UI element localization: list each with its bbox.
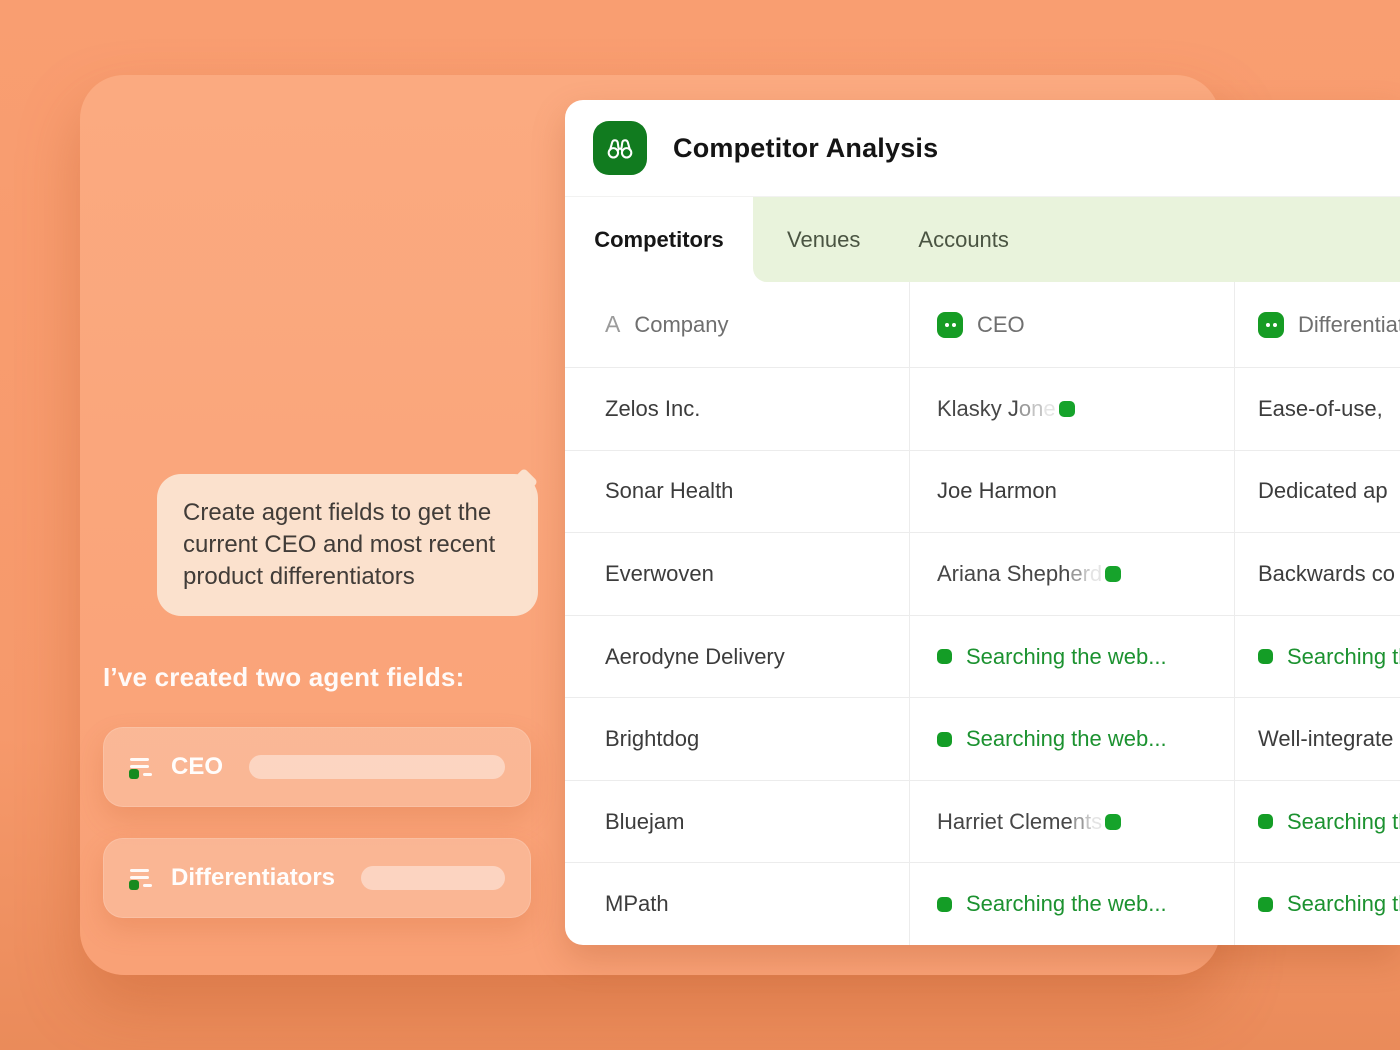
agent-field-icon — [129, 754, 155, 780]
typing-cursor-icon — [1105, 814, 1121, 830]
searching-status: Searching the web... — [1258, 644, 1400, 670]
column-header-label: CEO — [977, 312, 1025, 338]
searching-dot-icon — [937, 732, 952, 747]
tab-venues[interactable]: Venues — [787, 227, 860, 253]
searching-status: Searching the web... — [1258, 891, 1400, 917]
differentiators-cell[interactable]: Backwards co — [1235, 533, 1400, 615]
column-header-company[interactable]: A Company — [565, 282, 910, 367]
table-row: Aerodyne Delivery Searching the web... Sea… — [565, 616, 1400, 699]
searching-dot-icon — [1258, 814, 1273, 829]
searching-status: Searching the web... — [1258, 809, 1400, 835]
company-cell[interactable]: Aerodyne Delivery — [565, 616, 910, 698]
agent-field-icon — [1258, 312, 1284, 338]
differentiators-cell[interactable]: Searching the web... — [1235, 616, 1400, 698]
typing-cursor-icon — [1059, 401, 1075, 417]
card-header: Competitor Analysis — [565, 100, 1400, 197]
binoculars-icon — [593, 121, 647, 175]
agent-field-label: CEO — [171, 753, 223, 781]
differentiators-cell[interactable]: Searching the web... — [1235, 863, 1400, 945]
differentiators-cell[interactable]: Well-integrate — [1235, 698, 1400, 780]
company-cell[interactable]: Zelos Inc. — [565, 368, 910, 450]
agent-field-label: Differentiators — [171, 864, 335, 892]
column-header-label: Differentiators — [1298, 312, 1400, 338]
table-row: Sonar Health Joe Harmon Dedicated ap — [565, 451, 1400, 534]
user-chat-message: Create agent fields to get the current C… — [183, 497, 512, 593]
searching-status: Searching the web... — [937, 726, 1167, 752]
company-name: MPath — [605, 891, 669, 917]
cell-value: Ease-of-use, — [1258, 396, 1383, 422]
table-header-row: A Company CEO Differentiators — [565, 282, 1400, 368]
company-name: Bluejam — [605, 809, 684, 835]
page-title: Competitor Analysis — [673, 133, 938, 164]
agent-field-placeholder-bar — [361, 866, 505, 890]
table-row: Zelos Inc. Klasky Jone Ease-of-use, — [565, 368, 1400, 451]
company-cell[interactable]: Brightdog — [565, 698, 910, 780]
typing-cursor-icon — [1105, 566, 1121, 582]
typing-value: Klasky Jone — [937, 396, 1075, 422]
searching-status: Searching the web... — [937, 644, 1167, 670]
company-name: Everwoven — [605, 561, 714, 587]
company-cell[interactable]: Bluejam — [565, 781, 910, 863]
searching-status: Searching the web... — [937, 891, 1167, 917]
agent-field-chips: CEO Differentiators — [103, 727, 531, 949]
differentiators-cell[interactable]: Ease-of-use, — [1235, 368, 1400, 450]
searching-dot-icon — [1258, 649, 1273, 664]
user-chat-bubble: Create agent fields to get the current C… — [157, 474, 538, 616]
ceo-cell[interactable]: Searching the web... — [910, 698, 1235, 780]
agent-field-placeholder-bar — [249, 755, 505, 779]
ceo-cell[interactable]: Searching the web... — [910, 863, 1235, 945]
company-name: Aerodyne Delivery — [605, 644, 785, 670]
tab-competitors[interactable]: Competitors — [565, 197, 753, 282]
ceo-cell[interactable]: Joe Harmon — [910, 451, 1235, 533]
agent-field-icon — [129, 865, 155, 891]
differentiators-cell[interactable]: Searching the web... — [1235, 781, 1400, 863]
company-cell[interactable]: MPath — [565, 863, 910, 945]
ceo-cell[interactable]: Harriet Clements — [910, 781, 1235, 863]
company-cell[interactable]: Everwoven — [565, 533, 910, 615]
ceo-cell[interactable]: Klasky Jone — [910, 368, 1235, 450]
searching-dot-icon — [937, 897, 952, 912]
typing-value: Ariana Shepherd — [937, 561, 1121, 587]
company-cell[interactable]: Sonar Health — [565, 451, 910, 533]
column-header-ceo[interactable]: CEO — [910, 282, 1235, 367]
differentiators-cell[interactable]: Dedicated ap — [1235, 451, 1400, 533]
cell-value: Joe Harmon — [937, 478, 1057, 504]
text-field-icon: A — [605, 311, 620, 338]
cell-value: Well-integrate — [1258, 726, 1393, 752]
searching-dot-icon — [1258, 897, 1273, 912]
tab-strip: Venues Accounts — [753, 197, 1400, 282]
agent-field-icon — [937, 312, 963, 338]
table-row: Brightdog Searching the web... Well-integr… — [565, 698, 1400, 781]
assistant-message: I’ve created two agent fields: — [103, 662, 464, 693]
column-header-differentiators[interactable]: Differentiators — [1235, 282, 1400, 367]
tab-accounts[interactable]: Accounts — [918, 227, 1009, 253]
company-name: Sonar Health — [605, 478, 733, 504]
ceo-cell[interactable]: Searching the web... — [910, 616, 1235, 698]
column-header-label: Company — [634, 312, 728, 338]
table-body: Zelos Inc. Klasky Jone Ease-of-use, Sonar H… — [565, 368, 1400, 945]
tab-bar: Venues Accounts Competitors — [565, 197, 1400, 282]
searching-dot-icon — [937, 649, 952, 664]
typing-value: Harriet Clements — [937, 809, 1121, 835]
company-name: Zelos Inc. — [605, 396, 700, 422]
competitor-analysis-card: Competitor Analysis Venues Accounts Compe… — [565, 100, 1400, 945]
cell-value: Backwards co — [1258, 561, 1395, 587]
cell-value: Dedicated ap — [1258, 478, 1388, 504]
agent-field-chip-differentiators[interactable]: Differentiators — [103, 838, 531, 918]
ceo-cell[interactable]: Ariana Shepherd — [910, 533, 1235, 615]
table-row: MPath Searching the web... Searching the w… — [565, 863, 1400, 945]
company-name: Brightdog — [605, 726, 699, 752]
competitors-table: A Company CEO Differentiators Zelos Inc. Kla… — [565, 282, 1400, 945]
agent-field-chip-ceo[interactable]: CEO — [103, 727, 531, 807]
table-row: Everwoven Ariana Shepherd Backwards co — [565, 533, 1400, 616]
table-row: Bluejam Harriet Clements Searching the web… — [565, 781, 1400, 864]
